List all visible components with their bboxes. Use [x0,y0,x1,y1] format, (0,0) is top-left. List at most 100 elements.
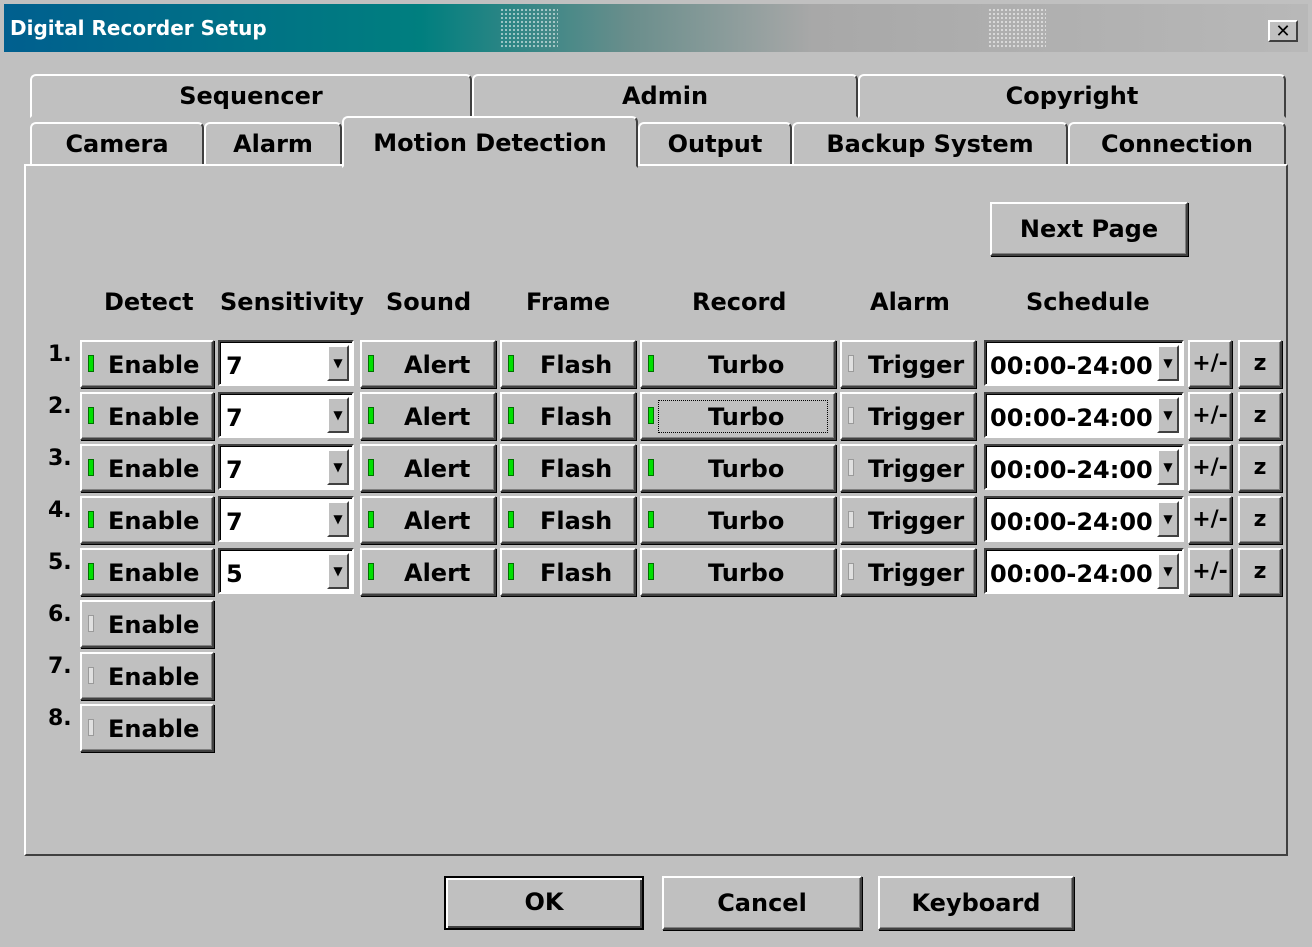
sensitivity-select[interactable]: 7 ▼ [218,444,354,490]
tab-output[interactable]: Output [638,122,792,166]
schedule-select[interactable]: 00:00-24:00 ▼ [984,444,1184,490]
z-button[interactable]: z [1238,444,1282,492]
indicator-light-icon [368,459,374,476]
record-toggle[interactable]: Turbo [640,340,836,388]
alarm-toggle[interactable]: Trigger [840,496,976,544]
frame-toggle[interactable]: Flash [500,548,636,596]
alarm-toggle[interactable]: Trigger [840,340,976,388]
dropdown-arrow-icon[interactable]: ▼ [327,501,349,537]
z-button[interactable]: z [1238,548,1282,596]
plus-minus-button[interactable]: +/- [1188,392,1232,440]
z-button[interactable]: z [1238,340,1282,388]
z-button[interactable]: z [1238,496,1282,544]
detect-toggle-label: Enable [108,455,200,483]
record-toggle[interactable]: Turbo [640,444,836,492]
dropdown-arrow-icon[interactable]: ▼ [327,345,349,381]
frame-toggle[interactable]: Flash [500,496,636,544]
plus-minus-button[interactable]: +/- [1188,496,1232,544]
plus-minus-button[interactable]: +/- [1188,340,1232,388]
ok-button[interactable]: OK [444,876,644,930]
plus-minus-button[interactable]: +/- [1188,444,1232,492]
alarm-toggle-label: Trigger [868,351,965,379]
cancel-label: Cancel [717,889,807,917]
detect-toggle[interactable]: Enable [80,392,214,440]
column-header-record: Record [692,288,787,316]
tab-admin[interactable]: Admin [472,74,858,118]
indicator-light-icon [848,563,854,580]
dropdown-arrow-icon[interactable]: ▼ [327,397,349,433]
indicator-light-icon [508,563,514,580]
tab-connection[interactable]: Connection [1068,122,1286,166]
sound-toggle[interactable]: Alert [360,340,496,388]
schedule-select[interactable]: 00:00-24:00 ▼ [984,340,1184,386]
frame-toggle[interactable]: Flash [500,444,636,492]
frame-toggle[interactable]: Flash [500,392,636,440]
z-button[interactable]: z [1238,392,1282,440]
plus-minus-button[interactable]: +/- [1188,548,1232,596]
detect-toggle[interactable]: Enable [80,444,214,492]
close-button[interactable]: ✕ [1268,20,1298,42]
sensitivity-select[interactable]: 7 ▼ [218,496,354,542]
frame-toggle-label: Flash [540,455,613,483]
sensitivity-select[interactable]: 7 ▼ [218,340,354,386]
dropdown-arrow-icon[interactable]: ▼ [1157,449,1179,485]
detect-toggle[interactable]: Enable [80,704,214,752]
detect-toggle[interactable]: Enable [80,600,214,648]
sensitivity-select[interactable]: 7 ▼ [218,392,354,438]
record-toggle[interactable]: Turbo [640,392,836,440]
sound-toggle[interactable]: Alert [360,496,496,544]
indicator-light-icon [88,407,94,424]
record-toggle[interactable]: Turbo [640,548,836,596]
tab-motion-detection[interactable]: Motion Detection [342,116,638,168]
indicator-light-icon [368,407,374,424]
indicator-light-icon [88,459,94,476]
sound-toggle-label: Alert [404,351,471,379]
indicator-light-icon [508,355,514,372]
dropdown-arrow-icon[interactable]: ▼ [1157,501,1179,537]
frame-toggle[interactable]: Flash [500,340,636,388]
keyboard-button[interactable]: Keyboard [878,876,1074,930]
dropdown-arrow-icon[interactable]: ▼ [1157,345,1179,381]
title-bar[interactable]: Digital Recorder Setup ✕ [4,4,1308,52]
detect-toggle[interactable]: Enable [80,496,214,544]
frame-toggle-label: Flash [540,559,613,587]
detect-toggle[interactable]: Enable [80,340,214,388]
next-page-button[interactable]: Next Page [990,202,1188,256]
dropdown-arrow-icon[interactable]: ▼ [1157,553,1179,589]
alarm-toggle[interactable]: Trigger [840,548,976,596]
ok-label: OK [524,888,564,916]
cancel-button[interactable]: Cancel [662,876,862,930]
detect-toggle[interactable]: Enable [80,652,214,700]
record-toggle[interactable]: Turbo [640,496,836,544]
tab-copyright[interactable]: Copyright [858,74,1286,118]
sensitivity-select[interactable]: 5 ▼ [218,548,354,594]
dropdown-arrow-icon[interactable]: ▼ [1157,397,1179,433]
detect-toggle-label: Enable [108,715,200,743]
tab-backup-system[interactable]: Backup System [792,122,1068,166]
dropdown-arrow-icon[interactable]: ▼ [327,553,349,589]
sound-toggle-label: Alert [404,455,471,483]
frame-toggle-label: Flash [540,351,613,379]
sound-toggle[interactable]: Alert [360,548,496,596]
close-icon: ✕ [1275,21,1291,42]
tab-camera[interactable]: Camera [30,122,204,166]
detect-toggle[interactable]: Enable [80,548,214,596]
schedule-select[interactable]: 00:00-24:00 ▼ [984,392,1184,438]
sound-toggle[interactable]: Alert [360,392,496,440]
schedule-select[interactable]: 00:00-24:00 ▼ [984,548,1184,594]
indicator-light-icon [88,719,94,736]
alarm-toggle[interactable]: Trigger [840,392,976,440]
alarm-toggle[interactable]: Trigger [840,444,976,492]
schedule-select[interactable]: 00:00-24:00 ▼ [984,496,1184,542]
tab-alarm[interactable]: Alarm [204,122,342,166]
row-number: 3. [48,446,72,471]
z-label: z [1253,507,1267,532]
schedule-value: 00:00-24:00 [990,404,1153,432]
sound-toggle[interactable]: Alert [360,444,496,492]
tab-sequencer[interactable]: Sequencer [30,74,472,118]
setup-window: Digital Recorder Setup ✕ Sequencer Admin… [0,0,1312,947]
column-header-schedule: Schedule [1026,288,1150,316]
dropdown-arrow-icon[interactable]: ▼ [327,449,349,485]
detect-toggle-label: Enable [108,611,200,639]
z-label: z [1253,403,1267,428]
